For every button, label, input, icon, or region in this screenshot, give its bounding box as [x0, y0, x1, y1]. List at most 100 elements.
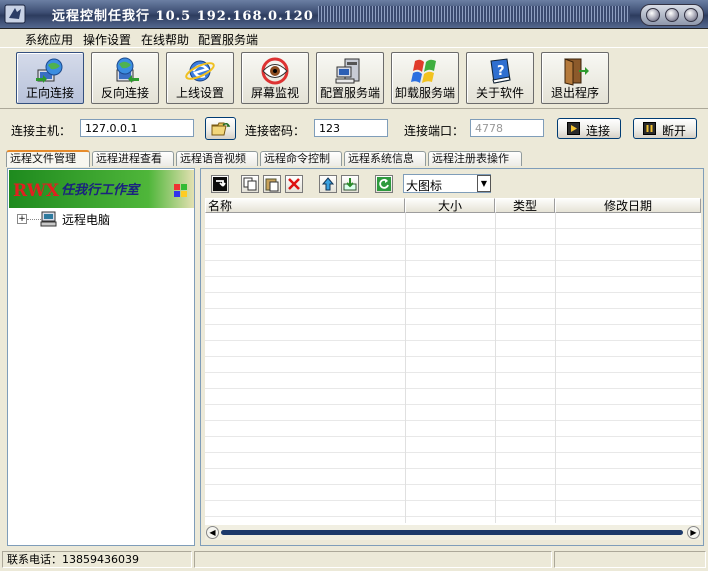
- scroll-left-arrow[interactable]: ◀: [206, 526, 219, 539]
- file-list[interactable]: 名称 大小 类型 修改日期 ◀ ▶: [205, 198, 701, 540]
- play-icon: [567, 122, 580, 135]
- up-arrow-icon: [321, 177, 335, 191]
- status-phone: 联系电话：13859436039: [2, 551, 192, 568]
- online-settings-label: 上线设置: [175, 86, 224, 100]
- exit-program-button[interactable]: 退出程序: [541, 52, 609, 104]
- connect-label: 连接: [586, 124, 611, 138]
- tab-registry[interactable]: 远程注册表操作: [428, 151, 522, 166]
- scroll-thumb[interactable]: [221, 530, 683, 535]
- port-label: 连接端口：: [404, 124, 465, 138]
- uninstall-server-label: 卸载服务端: [394, 86, 455, 100]
- grid-line: [495, 213, 496, 523]
- menu-config-server[interactable]: 配置服务端: [198, 31, 258, 48]
- menu-help[interactable]: 在线帮助: [141, 31, 189, 48]
- uninstall-server-button[interactable]: 卸载服务端: [391, 52, 459, 104]
- tab-command-control[interactable]: 远程命令控制: [260, 151, 342, 166]
- paste-button[interactable]: [263, 175, 281, 193]
- copy-icon: [243, 177, 257, 191]
- window-title: 远程控制任我行 10.5 192.168.0.120: [52, 9, 314, 24]
- about-software-button[interactable]: ? 关于软件: [466, 52, 534, 104]
- help-book-icon: ?: [490, 58, 511, 84]
- window-controls: [640, 4, 704, 26]
- status-panel-3: [554, 551, 706, 568]
- title-stripes: [318, 6, 630, 22]
- tab-system-info[interactable]: 远程系统信息: [344, 151, 426, 166]
- browse-button[interactable]: [205, 117, 236, 140]
- about-software-label: 关于软件: [475, 86, 524, 100]
- main-toolbar: 正向连接 反向连接 上线设置 屏幕监视 配置服务端 卸载服务端 ? 关于软件 退…: [0, 47, 708, 109]
- svg-text:?: ?: [497, 64, 505, 79]
- grid-line: [405, 213, 406, 523]
- file-list-body[interactable]: [205, 213, 701, 523]
- refresh-icon: [377, 177, 391, 191]
- password-label: 连接密码：: [245, 124, 306, 138]
- menu-system[interactable]: 系统应用: [25, 31, 73, 48]
- banner-logo: RWX: [13, 181, 60, 201]
- uninstall-flag-icon: [411, 59, 436, 83]
- refresh-button[interactable]: [375, 175, 393, 193]
- forward-connect-button[interactable]: 正向连接: [16, 52, 84, 104]
- password-input[interactable]: [314, 119, 388, 137]
- folder-tree-pane: RWX 任我行工作室 + 远程电脑: [7, 168, 195, 546]
- back-button[interactable]: [211, 175, 229, 193]
- open-folder-icon: [211, 122, 231, 136]
- connect-button[interactable]: 连接: [557, 118, 621, 139]
- port-input[interactable]: [470, 119, 544, 137]
- globe-reverse-icon: [116, 57, 139, 83]
- download-button[interactable]: [341, 175, 359, 193]
- scroll-right-arrow[interactable]: ▶: [687, 526, 700, 539]
- tab-process-view[interactable]: 远程进程查看: [92, 151, 174, 166]
- col-type[interactable]: 类型: [495, 198, 555, 213]
- tab-file-manager[interactable]: 远程文件管理: [6, 150, 90, 167]
- delete-x-icon: [288, 178, 300, 190]
- connection-bar: 连接主机： 连接密码： 连接端口： 连接 断开: [0, 110, 708, 148]
- config-server-label: 配置服务端: [319, 86, 380, 100]
- close-button[interactable]: [684, 8, 698, 22]
- reverse-connect-button[interactable]: 反向连接: [91, 52, 159, 104]
- studio-banner: RWX 任我行工作室: [9, 170, 194, 208]
- host-label: 连接主机：: [11, 124, 72, 138]
- config-server-button[interactable]: 配置服务端: [316, 52, 384, 104]
- delete-button[interactable]: [285, 175, 303, 193]
- ie-globe-icon: [185, 60, 215, 82]
- view-mode-value: 大图标: [406, 179, 443, 193]
- status-panel-2: [194, 551, 552, 568]
- tree-label-remote-pc[interactable]: 远程电脑: [62, 211, 110, 228]
- col-modified[interactable]: 修改日期: [555, 198, 701, 213]
- status-bar: 联系电话：13859436039: [0, 549, 708, 571]
- copy-button[interactable]: [241, 175, 259, 193]
- banner-graphic: RWX 任我行工作室: [9, 170, 194, 208]
- horizontal-scrollbar[interactable]: ◀ ▶: [205, 525, 701, 540]
- online-settings-button[interactable]: 上线设置: [166, 52, 234, 104]
- title-bar[interactable]: 远程控制任我行 10.5 192.168.0.120: [0, 0, 708, 29]
- tree-connector: [27, 219, 41, 220]
- disconnect-button[interactable]: 断开: [633, 118, 697, 139]
- host-input[interactable]: [80, 119, 194, 137]
- pause-icon: [643, 122, 656, 135]
- tree-expander[interactable]: +: [17, 214, 27, 224]
- menu-bar: 系统应用 操作设置 在线帮助 配置服务端: [0, 29, 708, 47]
- tab-strip: 远程文件管理 远程进程查看 远程语音视频 远程命令控制 远程系统信息 远程注册表…: [6, 150, 706, 167]
- tab-audio-video[interactable]: 远程语音视频: [176, 151, 258, 166]
- screen-monitor-label: 屏幕监视: [250, 86, 299, 100]
- menu-settings[interactable]: 操作设置: [83, 31, 131, 48]
- chevron-down-icon[interactable]: ▼: [477, 175, 491, 192]
- disconnect-label: 断开: [662, 124, 687, 138]
- forward-connect-label: 正向连接: [25, 86, 74, 100]
- paste-icon: [265, 178, 279, 192]
- reverse-connect-label: 反向连接: [100, 86, 149, 100]
- minimize-button[interactable]: [646, 8, 660, 22]
- upload-button[interactable]: [319, 175, 337, 193]
- col-size[interactable]: 大小: [405, 198, 495, 213]
- file-toolbar: 大图标 ▼: [201, 169, 703, 197]
- column-header: 名称 大小 类型 修改日期: [205, 198, 701, 213]
- screen-monitor-button[interactable]: 屏幕监视: [241, 52, 309, 104]
- grid-line: [555, 213, 556, 523]
- back-arrow-icon: [213, 177, 227, 191]
- maximize-button[interactable]: [665, 8, 679, 22]
- exit-program-label: 退出程序: [550, 86, 599, 100]
- app-logo-icon[interactable]: [4, 3, 26, 25]
- exit-door-icon: [564, 58, 589, 86]
- file-list-pane: 大图标 ▼ 名称 大小 类型 修改日期 ◀ ▶: [200, 168, 704, 546]
- col-name[interactable]: 名称: [205, 198, 405, 213]
